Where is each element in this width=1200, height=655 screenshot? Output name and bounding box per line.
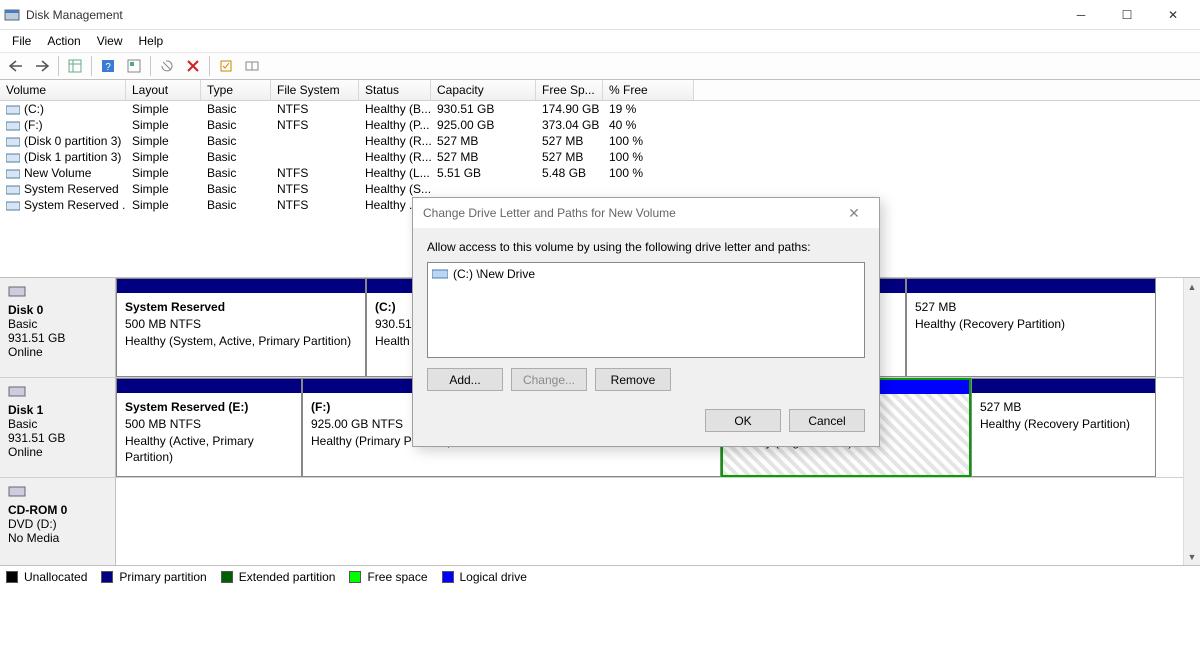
back-button[interactable] xyxy=(4,54,28,78)
drive-paths-listbox[interactable]: (C:) \New Drive xyxy=(427,262,865,358)
volume-list: Volume Layout Type File System Status Ca… xyxy=(0,80,1200,213)
legend-swatch xyxy=(442,571,454,583)
column-layout[interactable]: Layout xyxy=(126,80,201,100)
partition[interactable]: System Reserved (E:)500 MB NTFSHealthy (… xyxy=(116,378,302,477)
menu-help[interactable]: Help xyxy=(131,32,172,50)
partition[interactable]: System Reserved500 MB NTFSHealthy (Syste… xyxy=(116,278,366,377)
legend-label: Unallocated xyxy=(24,570,87,584)
partition[interactable]: 527 MBHealthy (Recovery Partition) xyxy=(906,278,1156,377)
minimize-button[interactable]: ─ xyxy=(1058,0,1104,30)
drive-path-entry: (C:) \New Drive xyxy=(453,267,535,281)
column-capacity[interactable]: Capacity xyxy=(431,80,536,100)
ok-button[interactable]: OK xyxy=(705,409,781,432)
forward-button[interactable] xyxy=(30,54,54,78)
column-volume[interactable]: Volume xyxy=(0,80,126,100)
change-drive-letter-dialog: Change Drive Letter and Paths for New Vo… xyxy=(412,197,880,447)
table-row[interactable]: (C:) SimpleBasicNTFS Healthy (B...930.51… xyxy=(0,101,1200,117)
remove-button[interactable]: Remove xyxy=(595,368,671,391)
legend-swatch xyxy=(6,571,18,583)
maximize-button[interactable]: ☐ xyxy=(1104,0,1150,30)
column-type[interactable]: Type xyxy=(201,80,271,100)
dialog-close-button[interactable]: ✕ xyxy=(839,205,869,222)
table-row[interactable]: (Disk 1 partition 3) SimpleBasic Healthy… xyxy=(0,149,1200,165)
disk-info[interactable]: Disk 0Basic931.51 GBOnline xyxy=(0,278,116,377)
titlebar: Disk Management ─ ☐ ✕ xyxy=(0,0,1200,30)
dialog-message: Allow access to this volume by using the… xyxy=(427,240,865,254)
window-title: Disk Management xyxy=(26,8,1058,22)
menubar: File Action View Help xyxy=(0,30,1200,52)
toolbar: ? xyxy=(0,52,1200,80)
drive-icon xyxy=(432,268,448,280)
close-button[interactable]: ✕ xyxy=(1150,0,1196,30)
dialog-title: Change Drive Letter and Paths for New Vo… xyxy=(423,206,839,220)
refresh-button[interactable] xyxy=(122,54,146,78)
details-view-button[interactable] xyxy=(63,54,87,78)
column-filesystem[interactable]: File System xyxy=(271,80,359,100)
legend-label: Free space xyxy=(367,570,427,584)
legend-label: Primary partition xyxy=(119,570,206,584)
disk-info[interactable]: Disk 1Basic931.51 GBOnline xyxy=(0,378,116,477)
volume-header-row: Volume Layout Type File System Status Ca… xyxy=(0,80,1200,101)
list-item[interactable]: (C:) \New Drive xyxy=(432,267,860,281)
add-button[interactable]: Add... xyxy=(427,368,503,391)
menu-view[interactable]: View xyxy=(89,32,131,50)
legend-swatch xyxy=(101,571,113,583)
view-layout-button[interactable] xyxy=(240,54,264,78)
menu-file[interactable]: File xyxy=(4,32,39,50)
column-freespace[interactable]: Free Sp... xyxy=(536,80,603,100)
scroll-up-icon[interactable]: ▲ xyxy=(1184,278,1200,295)
scroll-down-icon[interactable]: ▼ xyxy=(1184,548,1200,565)
app-icon xyxy=(4,7,20,23)
cancel-button[interactable]: Cancel xyxy=(789,409,865,432)
vertical-scrollbar[interactable]: ▲ ▼ xyxy=(1183,278,1200,565)
legend-swatch xyxy=(349,571,361,583)
legend: Unallocated Primary partition Extended par… xyxy=(0,565,1200,587)
column-status[interactable]: Status xyxy=(359,80,431,100)
properties-button[interactable] xyxy=(214,54,238,78)
disk-row: CD-ROM 0DVD (D:)No Media xyxy=(0,478,1200,578)
svg-text:?: ? xyxy=(105,62,111,73)
column-pctfree[interactable]: % Free xyxy=(603,80,694,100)
rescan-button[interactable] xyxy=(155,54,179,78)
legend-label: Logical drive xyxy=(460,570,527,584)
change-button[interactable]: Change... xyxy=(511,368,587,391)
disk-info[interactable]: CD-ROM 0DVD (D:)No Media xyxy=(0,478,116,577)
partition[interactable]: 527 MBHealthy (Recovery Partition) xyxy=(971,378,1156,477)
legend-label: Extended partition xyxy=(239,570,336,584)
table-row[interactable]: New Volume SimpleBasicNTFS Healthy (L...… xyxy=(0,165,1200,181)
menu-action[interactable]: Action xyxy=(39,32,88,50)
delete-button[interactable] xyxy=(181,54,205,78)
table-row[interactable]: System Reserved SimpleBasicNTFS Healthy … xyxy=(0,181,1200,197)
table-row[interactable]: (Disk 0 partition 3) SimpleBasic Healthy… xyxy=(0,133,1200,149)
table-row[interactable]: (F:) SimpleBasicNTFS Healthy (P...925.00… xyxy=(0,117,1200,133)
help-button[interactable]: ? xyxy=(96,54,120,78)
legend-swatch xyxy=(221,571,233,583)
